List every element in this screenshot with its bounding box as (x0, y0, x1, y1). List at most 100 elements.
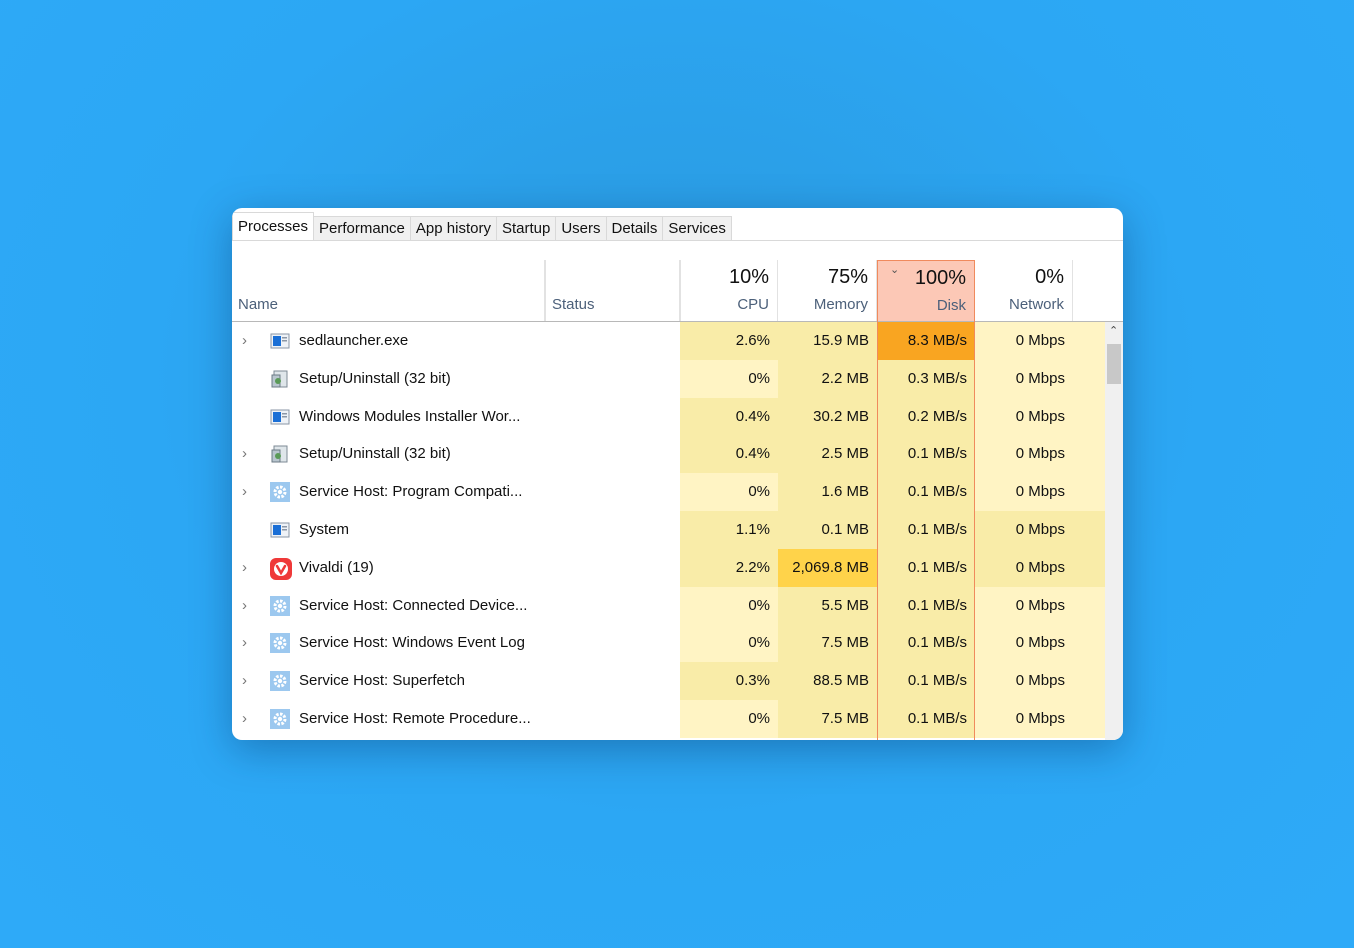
tab-startup[interactable]: Startup (496, 216, 557, 241)
gear-icon (270, 633, 290, 654)
app-window-icon (270, 407, 290, 427)
cpu-value: 1.1% (680, 510, 778, 549)
disk-value: 0.1 MB/s (877, 548, 975, 587)
process-row[interactable]: › Service Host: Superfetch 0.3% 88.5 MB 0.1 … (232, 662, 1105, 700)
disk-value: 0.1 MB/s (877, 473, 975, 511)
memory-value: 5.5 MB (778, 586, 877, 625)
cpu-value: 0% (680, 359, 778, 398)
disk-percent: 100% (914, 267, 966, 289)
disk-value: 0.1 MB/s (877, 435, 975, 474)
installer-icon (270, 444, 290, 464)
network-value: 0 Mbps (975, 548, 1073, 587)
process-row[interactable]: › Service Host: Windows Event Log 0% 7.5 MB… (232, 624, 1105, 663)
network-value: 0 Mbps (975, 397, 1073, 436)
network-label: Network (1008, 296, 1064, 313)
network-value: 0 Mbps (975, 586, 1073, 625)
disk-value: 0.1 MB/s (877, 624, 975, 663)
spacer-cell (1073, 397, 1105, 436)
disk-value: 0.3 MB/s (877, 359, 975, 398)
process-row[interactable]: System 1.1% 0.1 MB 0.1 MB/s 0 Mbps (232, 510, 1105, 549)
memory-value: 2.2 MB (778, 359, 877, 398)
task-manager-window: Processes Performance App history Startup Us… (232, 208, 1123, 740)
tab-processes[interactable]: Processes (232, 212, 315, 241)
cpu-value: 2.2% (680, 548, 778, 587)
cpu-label: CPU (737, 296, 769, 313)
expand-chevron-icon[interactable]: › (242, 322, 247, 359)
process-name: Service Host: Program Compati... (299, 483, 523, 501)
disk-label: Disk (936, 297, 966, 314)
cpu-percent: 10% (728, 266, 769, 288)
spacer-cell (1073, 473, 1105, 511)
expand-chevron-icon[interactable]: › (242, 587, 247, 624)
scrollbar-thumb[interactable] (1107, 344, 1121, 384)
process-name: Setup/Uninstall (32 bit) (299, 369, 451, 387)
process-list: › sedlauncher.exe 2.6% 15.9 MB 8.3 MB/s 0 Mbp… (232, 322, 1105, 738)
network-value: 0 Mbps (975, 699, 1073, 738)
vertical-scrollbar[interactable]: ⌃ (1105, 322, 1123, 740)
name-label: Name (238, 296, 279, 313)
network-value: 0 Mbps (975, 510, 1073, 549)
disk-value: 0.1 MB/s (877, 510, 975, 549)
process-name: Setup/Uninstall (32 bit) (299, 445, 451, 463)
expand-chevron-icon[interactable]: › (242, 435, 247, 472)
process-row[interactable]: › Service Host: Program Compati... 0% 1.6 M… (232, 473, 1105, 511)
column-header-disk[interactable]: ⌄ 100% Disk (877, 260, 975, 321)
process-row[interactable]: › Service Host: Remote Procedure... 0% 7.5 … (232, 699, 1105, 738)
expand-chevron-icon[interactable]: › (242, 473, 247, 510)
process-row[interactable]: › sedlauncher.exe 2.6% 15.9 MB 8.3 MB/s 0 Mbp… (232, 322, 1105, 360)
process-name: Service Host: Remote Procedure... (299, 709, 531, 727)
gear-icon (270, 671, 290, 692)
installer-icon (270, 369, 290, 389)
process-row[interactable]: › Setup/Uninstall (32 bit) 0.4% 2.5 MB 0.1 M… (232, 435, 1105, 474)
spacer-cell (1073, 359, 1105, 398)
expand-chevron-icon[interactable]: › (242, 624, 247, 661)
tab-app-history[interactable]: App history (410, 216, 497, 241)
spacer-cell (1073, 510, 1105, 549)
column-header-memory[interactable]: 75% Memory (778, 260, 877, 321)
sort-chevron-down-icon: ⌄ (890, 264, 900, 276)
app-window-icon (270, 331, 290, 351)
gear-icon (270, 595, 290, 616)
process-name: sedlauncher.exe (299, 332, 409, 349)
network-value: 0 Mbps (975, 359, 1073, 398)
cpu-value: 0% (680, 699, 778, 738)
cpu-value: 0% (680, 473, 778, 511)
memory-value: 2,069.8 MB (778, 548, 877, 587)
spacer-cell (1073, 662, 1105, 700)
column-header-name[interactable]: Name (232, 260, 545, 321)
network-value: 0 Mbps (975, 662, 1073, 700)
cpu-value: 0.3% (680, 662, 778, 700)
process-name: System (299, 520, 350, 538)
process-row[interactable]: Windows Modules Installer Wor... 0.4% 30.2… (232, 397, 1105, 436)
process-row[interactable]: › Service Host: Connected Device... 0% 5.5 … (232, 586, 1105, 625)
process-row[interactable]: › Vivaldi (19) 2.2% 2,069.8 MB 0.1 MB/s 0 Mbp… (232, 548, 1105, 587)
divider (232, 240, 1123, 241)
expand-chevron-icon[interactable]: › (242, 662, 247, 699)
spacer-cell (1073, 548, 1105, 587)
scroll-up-icon[interactable]: ⌃ (1109, 324, 1118, 337)
spacer-cell (1073, 624, 1105, 663)
memory-value: 30.2 MB (778, 397, 877, 436)
memory-percent: 75% (827, 266, 868, 288)
expand-chevron-icon[interactable]: › (242, 549, 247, 586)
cpu-value: 2.6% (680, 322, 778, 360)
process-name: Vivaldi (19) (299, 558, 374, 576)
tab-users[interactable]: Users (556, 216, 607, 241)
disk-value: 0.1 MB/s (877, 662, 975, 700)
tab-details[interactable]: Details (606, 216, 664, 241)
cpu-value: 0% (680, 624, 778, 663)
cpu-value: 0% (680, 586, 778, 625)
disk-value: 0.1 MB/s (877, 699, 975, 738)
column-header-network[interactable]: 0% Network (975, 260, 1073, 321)
tab-services[interactable]: Services (663, 216, 732, 241)
network-percent: 0% (1035, 266, 1064, 288)
tab-performance[interactable]: Performance (314, 216, 411, 241)
process-row[interactable]: Setup/Uninstall (32 bit) 0% 2.2 MB 0.3 MB/s… (232, 359, 1105, 398)
column-header-cpu[interactable]: 10% CPU (680, 260, 778, 321)
column-header-status[interactable]: Status (545, 260, 680, 321)
network-value: 0 Mbps (975, 435, 1073, 474)
memory-value: 0.1 MB (778, 510, 877, 549)
network-value: 0 Mbps (975, 322, 1073, 360)
expand-chevron-icon[interactable]: › (242, 700, 247, 737)
memory-value: 7.5 MB (778, 624, 877, 663)
